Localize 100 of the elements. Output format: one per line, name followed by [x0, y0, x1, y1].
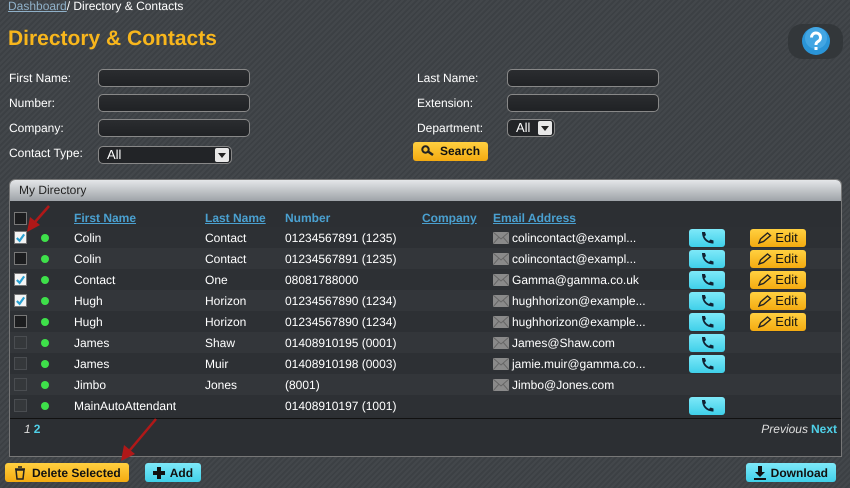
row-checkbox[interactable] [14, 294, 27, 307]
table-cell: MainAutoAttendant [74, 398, 176, 412]
table-cell: James [74, 356, 110, 370]
phone-icon [700, 357, 714, 370]
edit-button[interactable]: Edit [750, 270, 806, 288]
table-cell: Muir [205, 356, 228, 370]
table-cell: James@Shaw.com [512, 336, 615, 350]
table-cell: Jones [205, 378, 238, 392]
column-sort-link[interactable]: Company [422, 211, 493, 225]
dropdown[interactable]: All [98, 146, 232, 164]
input-field[interactable] [98, 68, 250, 86]
phone-icon [700, 336, 714, 349]
edit-button[interactable]: Edit [750, 312, 806, 330]
call-button[interactable] [689, 270, 725, 288]
select-all-checkbox[interactable] [14, 212, 27, 224]
input-field[interactable] [98, 118, 250, 136]
dropdown[interactable]: All [507, 118, 555, 136]
table-cell: Contact [74, 272, 116, 286]
call-button[interactable] [689, 312, 725, 330]
field-label: Department: [417, 120, 484, 134]
row-checkbox[interactable] [14, 231, 27, 244]
breadcrumb-current: / Directory & Contacts [66, 0, 184, 13]
table-cell: Horizon [205, 314, 246, 328]
row-checkbox[interactable] [14, 315, 27, 328]
page-link[interactable]: 1 [24, 422, 31, 436]
table-cell: One [205, 272, 228, 286]
table-cell: 01234567890 (1234) [285, 314, 396, 328]
table-cell: colincontact@exampl... [512, 252, 636, 266]
panel-title: My Directory [19, 183, 86, 197]
table-cell: 01408910195 (0001) [285, 336, 396, 350]
envelope-icon [493, 294, 509, 306]
table-cell: Contact [205, 252, 246, 266]
input-field[interactable] [98, 94, 250, 112]
pencil-icon [758, 316, 774, 328]
annotation-arrow [25, 205, 51, 233]
table-cell: colincontact@exampl... [512, 230, 636, 244]
help-icon [800, 26, 830, 56]
table-cell: James [74, 336, 110, 350]
phone-icon [700, 294, 714, 307]
table-cell: Hugh [74, 294, 103, 308]
call-button[interactable] [689, 250, 725, 268]
envelope-icon [493, 232, 509, 244]
search-button[interactable]: Search [413, 142, 488, 160]
envelope-icon [493, 336, 509, 348]
field-label: Company: [9, 120, 65, 134]
column-header: Number [285, 211, 332, 225]
plus-icon [152, 466, 165, 478]
row-checkbox[interactable] [14, 273, 27, 286]
table-cell: 08081788000 [285, 272, 358, 286]
table-cell: (8001) [285, 378, 320, 392]
delete-selected-button[interactable]: Delete Selected [5, 463, 129, 482]
add-button[interactable]: Add [144, 463, 202, 482]
table-cell: Colin [74, 252, 102, 266]
envelope-icon [493, 316, 509, 328]
envelope-icon [493, 358, 509, 370]
table-cell: 01234567890 (1234) [285, 294, 396, 308]
edit-button[interactable]: Edit [750, 292, 806, 310]
column-sort-link[interactable]: First Name [74, 211, 205, 225]
field-label: First Name: [9, 70, 72, 84]
column-sort-link[interactable]: Email Address [493, 211, 689, 225]
pencil-icon [758, 294, 774, 306]
input-field[interactable] [507, 94, 659, 112]
envelope-icon [493, 378, 509, 390]
call-button[interactable] [689, 292, 725, 310]
column-sort-link[interactable]: Last Name [205, 211, 285, 225]
pencil-icon [758, 232, 774, 244]
field-label: Number: [9, 96, 56, 110]
pencil-icon [758, 252, 774, 264]
table-cell: 01234567891 (1235) [285, 252, 396, 266]
table-cell: Jimbo [74, 378, 106, 392]
table-cell: Shaw [205, 336, 236, 350]
table-cell: 01408910198 (0003) [285, 356, 396, 370]
edit-button[interactable]: Edit [750, 250, 806, 268]
field-label: Last Name: [417, 70, 480, 84]
page-link[interactable]: 2 [34, 422, 40, 436]
table-cell: hughhorizon@example... [512, 314, 646, 328]
next-link[interactable]: Next [810, 422, 837, 436]
phone-icon [700, 315, 714, 328]
phone-icon [700, 252, 714, 265]
table-cell: Hugh [74, 314, 103, 328]
table-cell: Colin [74, 230, 102, 244]
table-cell: Jimbo@Jones.com [512, 378, 614, 392]
help-button[interactable] [788, 24, 843, 58]
breadcrumb-link[interactable]: Dashboard [8, 0, 67, 13]
table-cell: Gamma@gamma.co.uk [512, 272, 639, 286]
search-icon [421, 145, 435, 157]
edit-button[interactable]: Edit [750, 228, 806, 246]
table-cell: Contact [205, 230, 246, 244]
table-cell: Horizon [205, 294, 246, 308]
phone-icon [700, 399, 714, 412]
row-checkbox[interactable] [14, 252, 27, 265]
field-label: Extension: [417, 96, 474, 110]
pencil-icon [758, 274, 774, 286]
download-button[interactable]: Download [746, 463, 836, 482]
envelope-icon [493, 252, 509, 264]
input-field[interactable] [507, 68, 659, 86]
call-button[interactable] [689, 228, 725, 246]
table-cell: hughhorizon@example... [512, 294, 646, 308]
phone-icon [700, 273, 714, 286]
phone-icon [700, 231, 714, 244]
